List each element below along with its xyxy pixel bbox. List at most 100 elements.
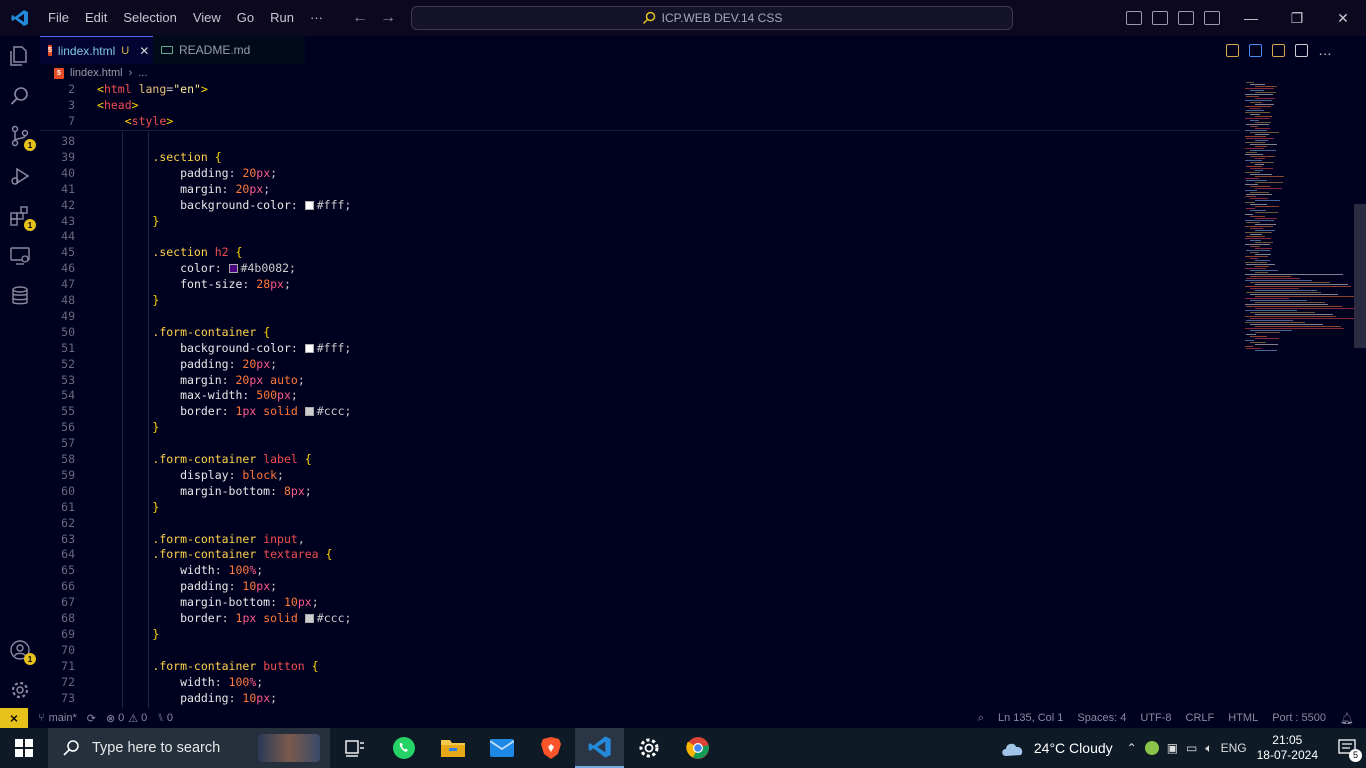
whatsapp-icon[interactable]	[379, 728, 428, 768]
code-line[interactable]: 42 background-color: #fff;	[40, 197, 351, 213]
code-line[interactable]: 57	[40, 435, 75, 451]
vscode-taskbar-icon[interactable]	[575, 728, 624, 768]
volume-icon[interactable]: 🔈︎	[1205, 741, 1212, 756]
code-line[interactable]: 59 display: block;	[40, 467, 284, 483]
code-line[interactable]: 39 .section {	[40, 149, 222, 165]
code-line[interactable]: 51 background-color: #fff;	[40, 340, 351, 356]
code-line[interactable]: 69 }	[40, 626, 159, 642]
notifications-bell-icon[interactable]: 🔔︎	[1340, 712, 1354, 725]
code-line[interactable]: 40 padding: 20px;	[40, 165, 277, 181]
chevron-up-icon[interactable]: ⌃	[1127, 741, 1137, 755]
code-line[interactable]: 54 max-width: 500px;	[40, 387, 298, 403]
menu-edit[interactable]: Edit	[77, 0, 115, 36]
code-line[interactable]: 56 }	[40, 419, 159, 435]
more-actions-icon[interactable]: …	[1318, 43, 1332, 57]
split-editor-icon[interactable]	[1295, 43, 1308, 57]
code-line[interactable]: 73 padding: 10px;	[40, 690, 277, 706]
search-icon[interactable]	[8, 84, 32, 108]
tray-app-icon[interactable]	[1144, 741, 1159, 755]
tab-lindex-html[interactable]: 5 lindex.html U ✕	[40, 36, 153, 64]
close-window-icon[interactable]: ✕	[1320, 0, 1366, 36]
code-line[interactable]: 46 color: #4b0082;	[40, 260, 296, 276]
settings-gear-icon[interactable]	[624, 728, 673, 768]
cursor-position[interactable]: Ln 135, Col 1	[998, 712, 1063, 724]
code-line[interactable]: 72 width: 100%;	[40, 674, 263, 690]
minimize-icon[interactable]: —	[1228, 0, 1274, 36]
clock[interactable]: 21:05 18-07-2024	[1257, 733, 1318, 763]
windows-start-icon[interactable]	[0, 728, 48, 768]
menu-run[interactable]: Run	[262, 0, 302, 36]
explorer-icon[interactable]	[8, 44, 32, 68]
back-arrow-icon[interactable]: ←	[352, 9, 368, 27]
language-indicator[interactable]: ENG	[1221, 741, 1247, 755]
warnings-icon[interactable]: ⚠	[128, 712, 138, 725]
command-center-search[interactable]: ICP.WEB DEV.14 CSS	[411, 6, 1013, 30]
errors-icon[interactable]: ⊗	[106, 712, 115, 725]
code-line[interactable]: 41 margin: 20px;	[40, 181, 270, 197]
toggle-panel-icon[interactable]	[1152, 11, 1168, 25]
accounts-icon[interactable]: 1	[8, 638, 36, 665]
sticky-scroll-line[interactable]: 7 <style>	[40, 113, 173, 129]
restore-icon[interactable]: ❐	[1274, 0, 1320, 36]
toggle-secondary-sidebar-icon[interactable]	[1178, 11, 1194, 25]
remote-indicator-icon[interactable]: ⨯	[0, 708, 28, 728]
weather-widget[interactable]: 24°C Cloudy	[1000, 739, 1113, 757]
go-live-icon[interactable]	[1249, 43, 1262, 57]
close-icon[interactable]: ✕	[139, 44, 149, 58]
mail-icon[interactable]	[477, 728, 526, 768]
branch-name[interactable]: main*	[49, 712, 77, 724]
code-line[interactable]: 67 margin-bottom: 10px;	[40, 594, 318, 610]
code-line[interactable]: 62	[40, 515, 75, 531]
code-line[interactable]: 50 .form-container {	[40, 324, 270, 340]
code-line[interactable]: 58 .form-container label {	[40, 451, 312, 467]
task-view-icon[interactable]	[330, 728, 379, 768]
sync-icon[interactable]: ⟳	[87, 712, 96, 725]
brave-browser-icon[interactable]	[526, 728, 575, 768]
code-line[interactable]: 43 }	[40, 213, 159, 229]
code-line[interactable]: 55 border: 1px solid #ccc;	[40, 403, 351, 419]
tab-readme-md[interactable]: README.md	[153, 36, 305, 64]
minimap[interactable]	[1240, 82, 1354, 382]
breadcrumb-rest[interactable]: ...	[138, 67, 147, 79]
live-server-port[interactable]: Port : 5500	[1272, 712, 1326, 724]
code-line[interactable]: 70	[40, 642, 75, 658]
sticky-scroll-line[interactable]: 2 <html lang="en">	[40, 82, 208, 97]
encoding[interactable]: UTF-8	[1140, 712, 1171, 724]
remote-explorer-icon[interactable]	[8, 244, 32, 268]
menu-file[interactable]: File	[40, 0, 77, 36]
line-ending[interactable]: CRLF	[1186, 712, 1215, 724]
menu-selection[interactable]: Selection	[115, 0, 184, 36]
indentation[interactable]: Spaces: 4	[1077, 712, 1126, 724]
meet-now-icon[interactable]: ▣	[1167, 741, 1178, 755]
customize-layout-icon[interactable]	[1204, 11, 1220, 25]
forward-arrow-icon[interactable]: →	[380, 9, 396, 27]
code-line[interactable]: 48 }	[40, 292, 159, 308]
code-line[interactable]: 60 margin-bottom: 8px;	[40, 483, 312, 499]
menu-go[interactable]: Go	[229, 0, 262, 36]
vertical-scrollbar[interactable]	[1354, 204, 1366, 348]
open-changes-icon[interactable]	[1226, 43, 1239, 57]
menu-view[interactable]: View	[185, 0, 229, 36]
language-mode[interactable]: HTML	[1228, 712, 1258, 724]
code-line[interactable]: 64 .form-container textarea {	[40, 546, 332, 562]
taskbar-search-input[interactable]: Type here to search	[48, 728, 330, 768]
code-line[interactable]: 71 .form-container button {	[40, 658, 318, 674]
toggle-sidebar-icon[interactable]	[1126, 11, 1142, 25]
code-line[interactable]: 38	[40, 133, 75, 149]
source-control-icon[interactable]: 1	[8, 124, 36, 151]
code-line[interactable]: 63 .form-container input,	[40, 531, 305, 547]
file-explorer-icon[interactable]	[428, 728, 477, 768]
code-line[interactable]: 52 padding: 20px;	[40, 356, 277, 372]
settings-gear-icon[interactable]	[8, 678, 32, 702]
code-line[interactable]: 66 padding: 10px;	[40, 578, 277, 594]
battery-icon[interactable]: ▭	[1186, 741, 1197, 755]
code-line[interactable]: 49	[40, 308, 75, 324]
ports-icon[interactable]: ⑊	[157, 712, 164, 724]
code-line[interactable]: 68 border: 1px solid #ccc;	[40, 610, 351, 626]
code-line[interactable]: 44	[40, 228, 75, 244]
notification-center-icon[interactable]: 5	[1330, 728, 1366, 768]
code-line[interactable]: 47 font-size: 28px;	[40, 276, 291, 292]
sticky-scroll-line[interactable]: 3 <head>	[40, 97, 139, 113]
code-line[interactable]: 45 .section h2 {	[40, 244, 242, 260]
code-line[interactable]: 53 margin: 20px auto;	[40, 372, 305, 388]
